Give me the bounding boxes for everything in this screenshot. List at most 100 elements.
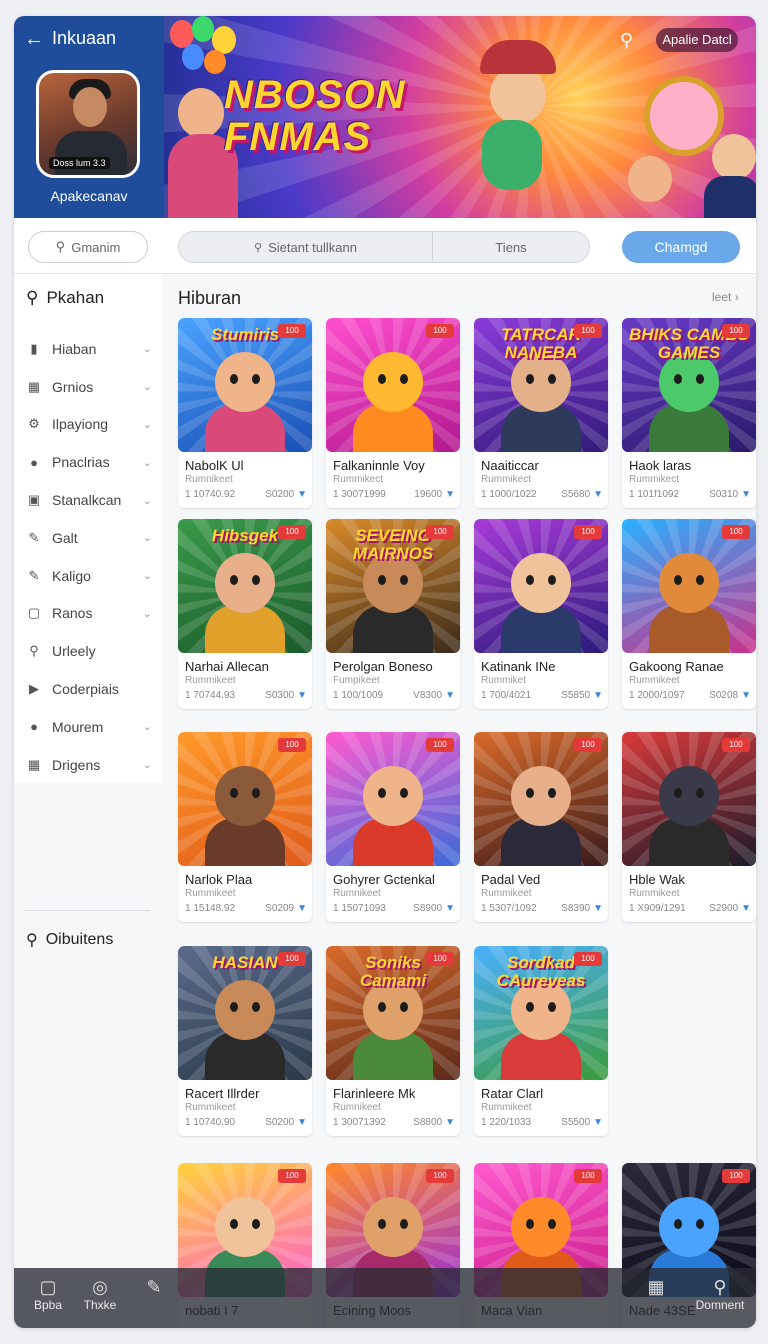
game-thumbnail[interactable]: TATRCAR NANEBA 100 [474, 318, 608, 452]
bottom-nav-item[interactable]: ▦ [626, 1276, 686, 1298]
game-card[interactable]: SEVEING MAIRNOS 100 Perolgan Boneso Fumpike… [326, 519, 460, 709]
game-thumbnail[interactable]: SEVEING MAIRNOS 100 [326, 519, 460, 653]
chevron-down-icon[interactable]: ⌄ [143, 342, 152, 355]
game-card[interactable]: HASIAN 100 Racert Illrder Rummikeet 1 10740.… [178, 946, 312, 1136]
game-thumbnail[interactable]: BHIKS CAMBS GAMES 100 [622, 318, 756, 452]
chevron-down-icon[interactable]: ⌄ [143, 531, 152, 544]
game-card[interactable]: 100 Hble Wak Rummikeet 1 X909/1291 S2900 ▼ [622, 732, 756, 922]
back-arrow-icon[interactable]: ← [24, 29, 44, 49]
bottom-nav-item[interactable]: ⚲ Domnent [690, 1276, 750, 1312]
sidebar-search-input[interactable]: ⚲ Gmanim [28, 231, 148, 263]
download-icon[interactable]: ▼ [741, 489, 751, 500]
download-icon[interactable]: ▼ [297, 489, 307, 500]
game-size: S0208 [709, 690, 739, 701]
game-thumbnail[interactable]: Soniks Camami 100 [326, 946, 460, 1080]
game-thumbnail[interactable]: 100 [622, 519, 756, 653]
bottom-nav-item[interactable]: ▢ Bpba [18, 1276, 78, 1312]
folder-icon: ▣ [27, 492, 41, 508]
sidebar-item[interactable]: ✎ Kaligo ⌄ [14, 557, 162, 595]
chevron-down-icon[interactable]: ⌄ [143, 758, 152, 771]
game-thumbnail[interactable]: 100 [474, 732, 608, 866]
game-card[interactable]: 100 Narlok Plaa Rummikeet 1 15148.92 S0209 ▼ [178, 732, 312, 922]
hero-banner[interactable]: NBOSON FNMAS ⚲ Apalie Datcl [164, 16, 756, 218]
game-tag-badge: 100 [278, 324, 306, 338]
chevron-down-icon[interactable]: ⌄ [143, 456, 152, 469]
game-thumbnail[interactable]: 100 [622, 732, 756, 866]
download-icon[interactable]: ▼ [297, 1117, 307, 1128]
game-thumbnail[interactable]: Stumiris 100 [178, 318, 312, 452]
download-icon[interactable]: ▼ [593, 903, 603, 914]
sidebar-footer-item[interactable]: ⚲ Oibuitens [26, 930, 113, 950]
game-card[interactable]: 100 Falkaninnle Voy Rummikect 1 30071999 196… [326, 318, 460, 508]
sidebar-footer-label: Oibuitens [45, 931, 114, 948]
game-tag-badge: 100 [574, 1169, 602, 1183]
game-thumbnail[interactable]: Hibsgek 100 [178, 519, 312, 653]
sidebar-item[interactable]: ⚙ Ilpayiong ⌄ [14, 406, 162, 444]
sidebar-item-label: Ranos [52, 605, 93, 622]
game-count: 1 70744.93 [185, 690, 236, 701]
character-eye [400, 575, 408, 585]
game-card[interactable]: 100 Gakoong Ranae Rummikeet 1 2000/1097 S020… [622, 519, 756, 709]
sidebar-item[interactable]: ▣ Stanalkcan ⌄ [14, 481, 162, 519]
sidebar-item[interactable]: ▢ Ranos ⌄ [14, 595, 162, 633]
sidebar-item[interactable]: ▮ Hiaban ⌄ [14, 330, 162, 368]
sidebar-item[interactable]: ▦ Drigens ⌄ [14, 746, 162, 784]
download-icon[interactable]: ▼ [593, 690, 603, 701]
game-card[interactable]: BHIKS CAMBS GAMES 100 Haok laras Rummikect 1… [622, 318, 756, 508]
game-thumbnail[interactable]: 100 [178, 732, 312, 866]
chevron-down-icon[interactable]: ⌄ [143, 418, 152, 431]
game-card[interactable]: Stumiris 100 NabolK Ul Rumnikeet 1 10740.92 S… [178, 318, 312, 508]
game-card[interactable]: Hibsgek 100 Narhai Allecan Rummikeet 1 70744… [178, 519, 312, 709]
main-search-input[interactable]: ⚲ Sietant tullkann [179, 232, 433, 262]
search-filter-tab[interactable]: Tiens [433, 232, 589, 262]
game-thumbnail[interactable]: 100 [326, 732, 460, 866]
download-icon[interactable]: ▼ [445, 1117, 455, 1128]
game-thumbnail[interactable]: 100 [326, 318, 460, 452]
change-button[interactable]: Chamgd [622, 231, 740, 263]
game-card[interactable]: TATRCAR NANEBA 100 Naaiticcar Rummikect 1 10… [474, 318, 608, 508]
sidebar-heading[interactable]: ⚲ Pkahan [26, 288, 104, 308]
download-icon[interactable]: ▼ [593, 1117, 603, 1128]
grid-icon: ▦ [27, 378, 41, 394]
download-icon[interactable]: ▼ [741, 903, 751, 914]
download-icon[interactable]: ▼ [593, 489, 603, 500]
chevron-down-icon[interactable]: ⌄ [143, 607, 152, 620]
chevron-down-icon[interactable]: ⌄ [143, 494, 152, 507]
banner-pill-button[interactable]: Apalie Datcl [656, 28, 738, 52]
game-thumbnail[interactable]: Sordkad CAureveas 100 [474, 946, 608, 1080]
back-row[interactable]: ← Inkuaan [24, 28, 116, 49]
game-thumbnail[interactable]: 100 [474, 519, 608, 653]
sidebar-item[interactable]: ⚲ Urleely [14, 632, 162, 670]
download-icon[interactable]: ▼ [445, 903, 455, 914]
search-icon[interactable]: ⚲ [620, 30, 640, 50]
chevron-down-icon[interactable]: ⌄ [143, 720, 152, 733]
section-more-link[interactable]: leet › [712, 290, 739, 304]
game-card[interactable]: Sordkad CAureveas 100 Ratar Clarl Rummikeet… [474, 946, 608, 1136]
sidebar-item[interactable]: ▶ Coderpiais [14, 670, 162, 708]
banner-character [644, 76, 724, 156]
download-icon[interactable]: ▼ [297, 690, 307, 701]
bottom-nav-item[interactable]: ✎ [124, 1276, 184, 1298]
game-thumbnail[interactable]: HASIAN 100 [178, 946, 312, 1080]
game-card[interactable]: Soniks Camami 100 Flarinleere Mk Rumnikeet 1… [326, 946, 460, 1136]
chevron-down-icon[interactable]: ⌄ [143, 380, 152, 393]
download-icon[interactable]: ▼ [741, 690, 751, 701]
download-icon[interactable]: ▼ [297, 903, 307, 914]
sidebar-item[interactable]: ● Pnaclrias ⌄ [14, 443, 162, 481]
game-count: 1 220/1033 [481, 1117, 532, 1128]
game-card[interactable]: 100 Padal Ved Rummikeet 1 5307/1092 S8390 ▼ [474, 732, 608, 922]
main-search-bar[interactable]: ⚲ Sietant tullkann Tiens [178, 231, 590, 263]
sidebar-item[interactable]: ✎ Galt ⌄ [14, 519, 162, 557]
download-icon[interactable]: ▼ [445, 489, 455, 500]
character-eye [674, 788, 682, 798]
avatar[interactable]: Doss lum 3.3 [36, 70, 140, 178]
download-icon[interactable]: ▼ [445, 690, 455, 701]
game-card[interactable]: 100 Katinank INe Rummiket 1 700/4021 S5850 ▼ [474, 519, 608, 709]
chevron-down-icon[interactable]: ⌄ [143, 569, 152, 582]
game-count: 1 X909/1291 [629, 903, 686, 914]
sidebar-item[interactable]: ● Mourem ⌄ [14, 708, 162, 746]
bottom-nav-item[interactable]: ◎ Thxke [70, 1276, 130, 1312]
game-card[interactable]: 100 Gohyrer Gctenkal Rumnikeet 1 15071093 S8… [326, 732, 460, 922]
search-icon: ⚲ [26, 288, 39, 307]
sidebar-item[interactable]: ▦ Grnios ⌄ [14, 368, 162, 406]
